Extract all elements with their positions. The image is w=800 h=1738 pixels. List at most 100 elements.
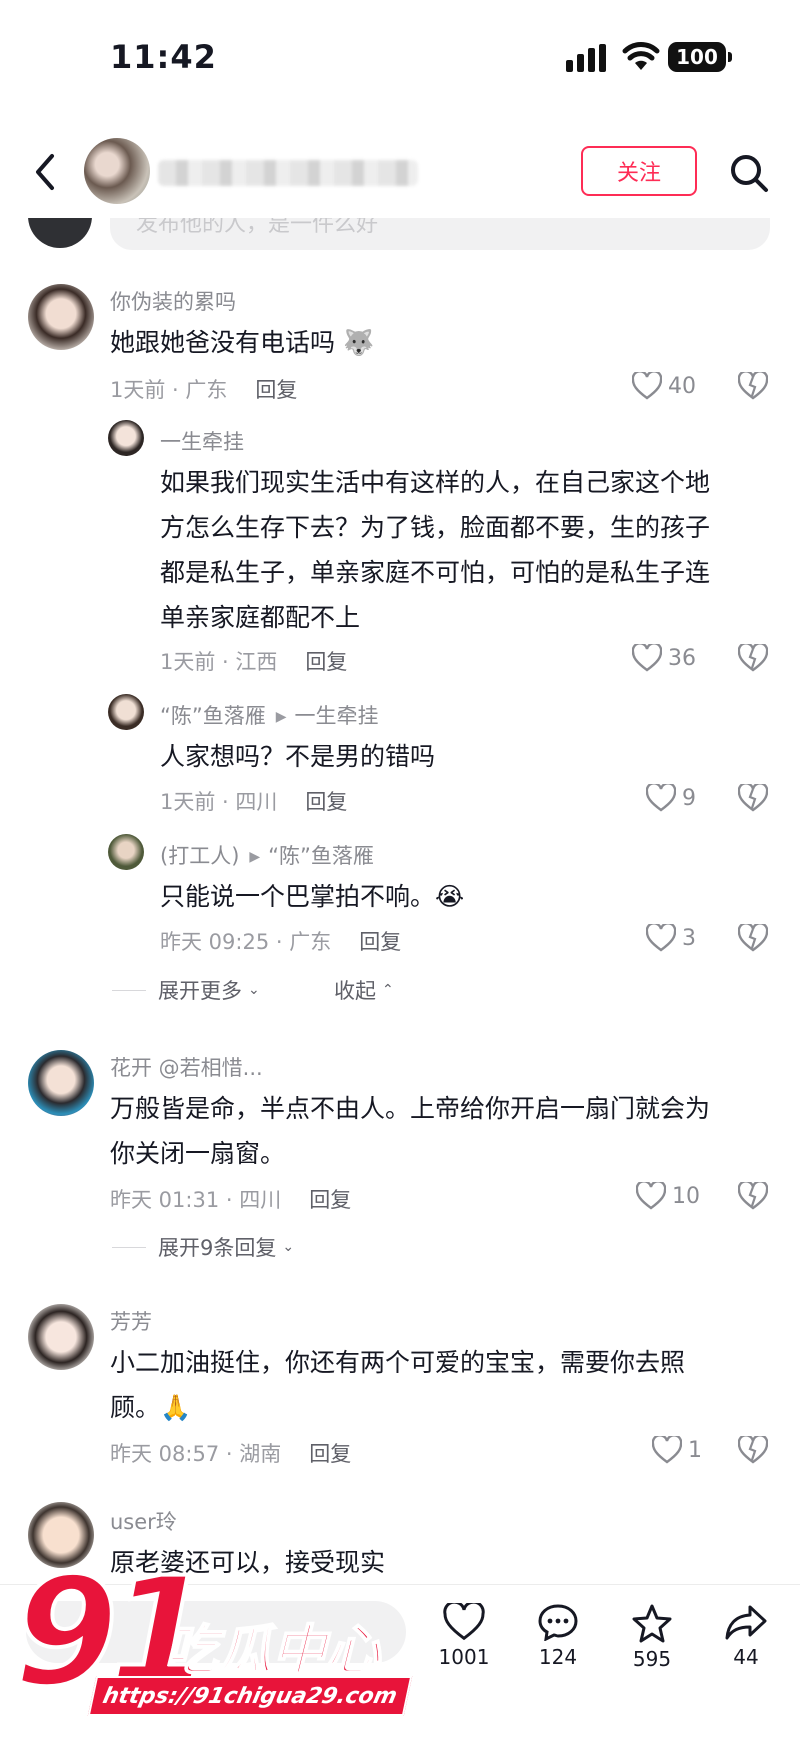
- text-line: 都是私生子，单亲家庭不可怕，可怕的是私生子连: [160, 558, 711, 587]
- comment-text: 万般皆是命，半点不由人。上帝给你开启一扇门就会为 你关闭一扇窗。: [110, 1086, 710, 1176]
- like-count: 1: [688, 1437, 702, 1463]
- status-time: 11:42: [110, 38, 217, 76]
- expand-replies-button[interactable]: 展开9条回复 ⌄: [112, 1232, 294, 1262]
- text-line: 万般皆是命，半点不由人。上帝给你开启一扇门就会为: [110, 1094, 711, 1123]
- chevron-down-icon: ⌄: [248, 982, 260, 998]
- previous-comment-avatar: [28, 214, 92, 248]
- text-line: 单亲家庭都配不上: [160, 603, 361, 632]
- reply-button[interactable]: 回复: [305, 650, 347, 674]
- battery-indicator: 100: [668, 42, 732, 72]
- comment-text: 人家想吗？不是男的错吗: [160, 742, 436, 771]
- comment-text: 她跟她爸没有电话吗 🐺: [110, 328, 375, 357]
- comment-time-location: 昨天 09:25 · 广东: [160, 930, 332, 954]
- reply-button[interactable]: 回复: [305, 790, 347, 814]
- author-avatar[interactable]: [84, 138, 150, 204]
- comment-input-strip[interactable]: 发布他的人，是一件么好: [110, 214, 770, 250]
- share-action[interactable]: 44: [706, 1603, 786, 1669]
- header: 关注: [0, 130, 800, 218]
- heart-icon: [632, 372, 662, 400]
- heart-icon: [443, 1603, 485, 1641]
- author-name-blurred[interactable]: [158, 160, 418, 186]
- status-bar: 11:42 100: [0, 0, 800, 120]
- comment-meta: 1天前 · 江西 回复: [160, 646, 347, 676]
- like-button[interactable]: 9: [646, 784, 696, 812]
- heart-icon: [636, 1182, 666, 1210]
- expand-more-button[interactable]: 展开更多 ⌄: [112, 975, 260, 1005]
- expand-replies-label: 展开9条回复: [158, 1236, 277, 1260]
- comment-action[interactable]: 124: [518, 1603, 598, 1669]
- reply-button[interactable]: 回复: [255, 378, 297, 402]
- like-count: 9: [682, 785, 696, 811]
- comment-username[interactable]: 一生牵挂: [160, 426, 244, 456]
- text-line: 小二加油挺住，你还有两个可爱的宝宝，需要你去照: [110, 1348, 686, 1377]
- dislike-icon[interactable]: [738, 1182, 768, 1210]
- dislike-icon[interactable]: [738, 784, 768, 812]
- like-button[interactable]: 40: [632, 372, 696, 400]
- comment-time-location: 1天前 · 广东: [110, 378, 228, 402]
- share-arrow-icon: [725, 1605, 767, 1640]
- comment-username[interactable]: “陈”鱼落雁 ▶ 一生牵挂: [160, 700, 379, 730]
- favorite-action[interactable]: 595: [612, 1603, 692, 1671]
- reply-arrow-icon: ▶: [249, 849, 261, 865]
- collapse-label: 收起: [334, 979, 376, 1003]
- reply-target[interactable]: 一生牵挂: [295, 704, 379, 728]
- heart-icon: [646, 924, 676, 952]
- divider-line: [112, 1246, 146, 1248]
- collapse-button[interactable]: 收起 ⌃: [334, 975, 394, 1005]
- dislike-icon[interactable]: [738, 924, 768, 952]
- text-line: 你关闭一扇窗。: [110, 1139, 286, 1168]
- comment-username[interactable]: 芳芳: [110, 1306, 152, 1336]
- comment-bubble-icon: [538, 1604, 578, 1641]
- like-count: 40: [668, 373, 696, 399]
- reply-button[interactable]: 回复: [359, 930, 401, 954]
- avatar[interactable]: [28, 1304, 94, 1370]
- comment-time-location: 1天前 · 四川: [160, 790, 278, 814]
- like-button[interactable]: 3: [646, 924, 696, 952]
- comment-total: 124: [538, 1645, 578, 1669]
- back-icon[interactable]: [26, 150, 66, 194]
- like-count: 36: [668, 645, 696, 671]
- like-action[interactable]: 1001: [424, 1603, 504, 1669]
- comment-time-location: 昨天 08:57 · 湖南: [110, 1442, 282, 1466]
- avatar[interactable]: [28, 1050, 94, 1116]
- reply-author[interactable]: “陈”鱼落雁: [160, 704, 266, 728]
- comment-text: 如果我们现实生活中有这样的人，在自己家这个地 方怎么生存下去？为了钱，脸面都不要…: [160, 460, 710, 640]
- comment-meta: 1天前 · 广东 回复: [110, 374, 297, 404]
- avatar[interactable]: [108, 834, 144, 870]
- avatar[interactable]: [108, 694, 144, 730]
- comment-text: 只能说一个巴掌拍不响。😭: [160, 882, 465, 911]
- comment-username[interactable]: 你伪装的累吗: [110, 286, 236, 316]
- like-button[interactable]: 10: [636, 1182, 700, 1210]
- like-button[interactable]: 36: [632, 644, 696, 672]
- comment-username[interactable]: user玲: [110, 1506, 177, 1536]
- comment-time-location: 昨天 01:31 · 四川: [110, 1188, 282, 1212]
- comment-username[interactable]: 花开 @若相惜...: [110, 1052, 263, 1082]
- reply-button[interactable]: 回复: [309, 1188, 351, 1212]
- avatar[interactable]: [28, 284, 94, 350]
- like-count: 10: [672, 1183, 700, 1209]
- heart-icon: [652, 1436, 682, 1464]
- divider-line: [112, 989, 146, 991]
- comment-time-location: 1天前 · 江西: [160, 650, 278, 674]
- like-button[interactable]: 1: [652, 1436, 702, 1464]
- avatar[interactable]: [108, 420, 144, 456]
- dislike-icon[interactable]: [738, 1436, 768, 1464]
- text-line: 方怎么生存下去？为了钱，脸面都不要，生的孩子: [160, 513, 711, 542]
- reply-arrow-icon: ▶: [275, 709, 287, 725]
- watermark-url: https://91chigua29.com: [87, 1676, 413, 1716]
- dislike-icon[interactable]: [738, 372, 768, 400]
- search-icon[interactable]: [728, 152, 770, 194]
- comment-meta: 昨天 01:31 · 四川 回复: [110, 1184, 351, 1214]
- heart-icon: [646, 784, 676, 812]
- follow-button[interactable]: 关注: [581, 146, 697, 196]
- reply-author[interactable]: (打工人): [160, 844, 239, 868]
- wifi-icon: [622, 42, 660, 70]
- reply-button[interactable]: 回复: [309, 1442, 351, 1466]
- dislike-icon[interactable]: [738, 644, 768, 672]
- heart-icon: [632, 644, 662, 672]
- comment-username[interactable]: (打工人) ▶ “陈”鱼落雁: [160, 840, 374, 870]
- comment-text: 小二加油挺住，你还有两个可爱的宝宝，需要你去照 顾。🙏: [110, 1340, 685, 1430]
- chevron-down-icon: ⌄: [282, 1239, 295, 1255]
- text-line: 顾。🙏: [110, 1393, 192, 1422]
- reply-target[interactable]: “陈”鱼落雁: [268, 844, 374, 868]
